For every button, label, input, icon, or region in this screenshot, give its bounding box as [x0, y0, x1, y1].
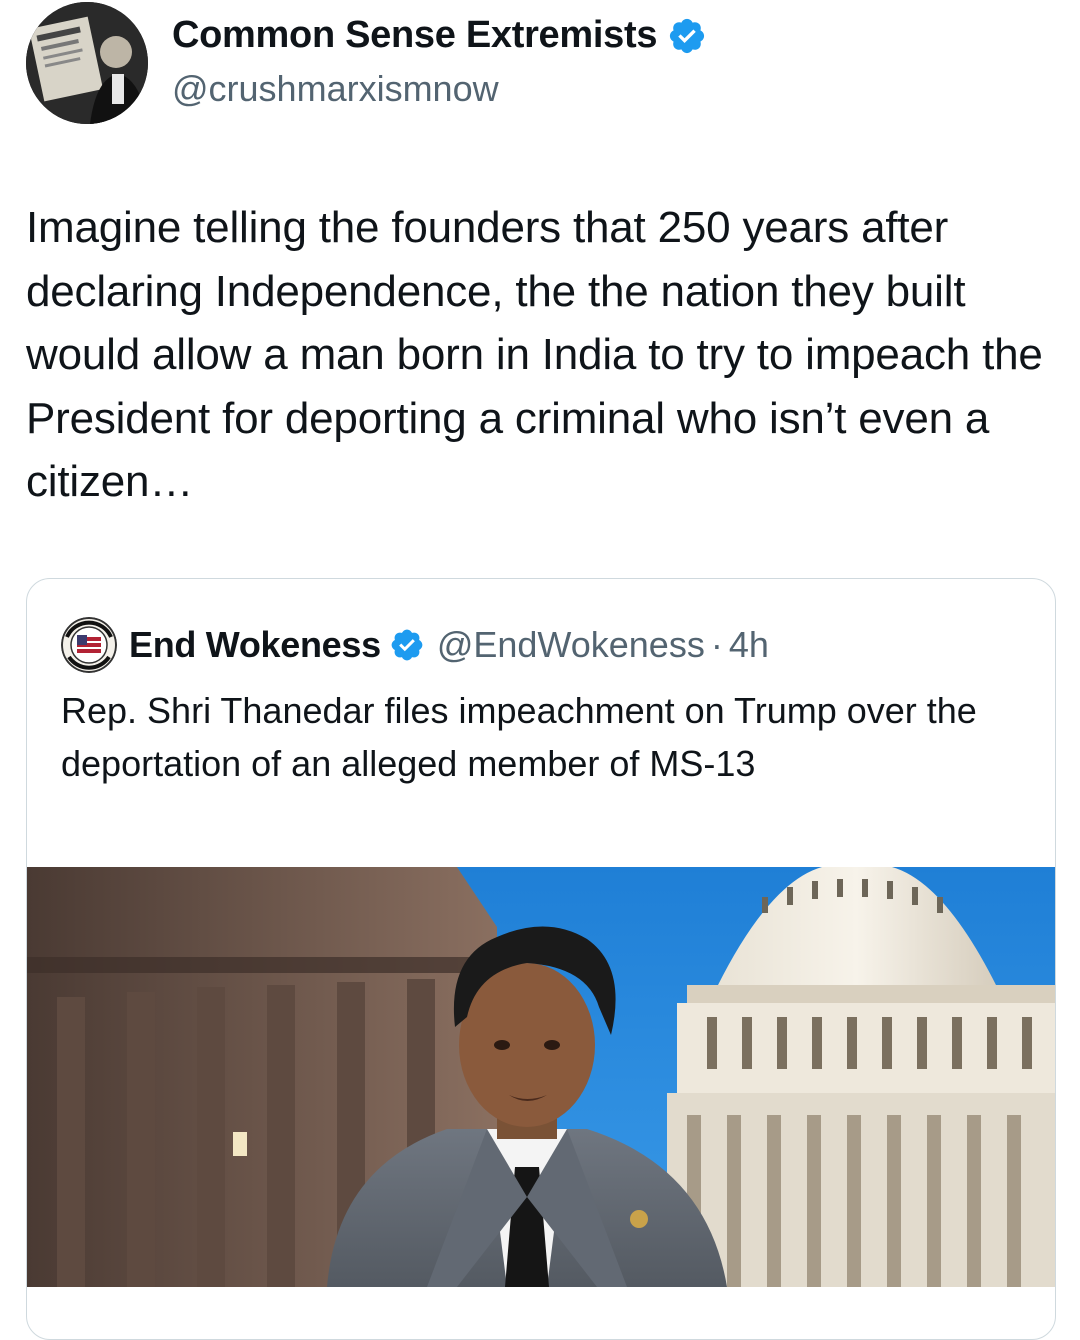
- author-name-row[interactable]: Common Sense Extremists: [172, 14, 707, 57]
- tweet-text: Imagine telling the founders that 250 ye…: [26, 203, 1043, 506]
- verified-badge-icon: [670, 18, 705, 53]
- author-display-name[interactable]: Common Sense Extremists: [172, 14, 657, 57]
- quoted-tweet-text: Rep. Shri Thanedar files impeachment on …: [61, 690, 977, 784]
- quoted-tweet-timestamp[interactable]: 4h: [729, 624, 769, 666]
- quoted-avatar-image: [61, 617, 117, 673]
- author-avatar[interactable]: [26, 2, 148, 124]
- avatar-image: [26, 2, 148, 124]
- author-handle[interactable]: @crushmarxismnow: [172, 68, 499, 110]
- media-image: [27, 867, 1055, 1287]
- quoted-tweet-header: End Wokeness @EndWokeness · 4h: [61, 617, 769, 673]
- meta-separator: ·: [710, 624, 723, 665]
- quoted-author-handle[interactable]: @EndWokeness: [437, 624, 705, 666]
- quoted-tweet-card[interactable]: End Wokeness @EndWokeness · 4h Rep. Shri…: [26, 578, 1056, 1340]
- quoted-author-display-name[interactable]: End Wokeness: [129, 624, 381, 666]
- tweet-header: Common Sense Extremists @crushmarxismnow: [26, 0, 1066, 130]
- quoted-author-avatar[interactable]: [61, 617, 117, 673]
- quoted-verified-badge-icon: [391, 629, 423, 661]
- quoted-tweet-media[interactable]: [27, 867, 1055, 1287]
